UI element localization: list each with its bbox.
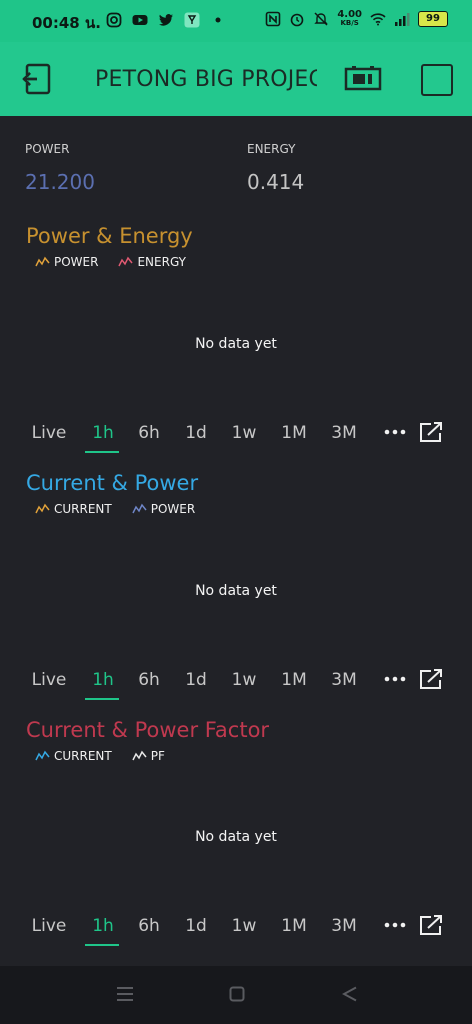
more-icon[interactable] [384,429,406,435]
nfc-icon [266,11,281,27]
status-time: 00:48 น. [32,14,101,32]
alarm-icon [291,13,304,27]
chart-legend: CURRENT POWER [35,502,195,516]
chart-title-current-power-factor: Current & Power Factor [26,718,270,742]
range-1w[interactable]: 1w [226,670,262,690]
instagram-icon [106,12,122,28]
range-1m[interactable]: 1M [276,423,312,443]
status-bar: 00:48 น. 4.00 KB/S 99 [0,0,472,42]
exit-icon[interactable] [21,62,53,96]
page-title: PETONG BIG PROJECT [95,67,317,92]
system-navigation-bar [0,966,472,1024]
chart-empty-message: No data yet [195,583,277,599]
app-bar: PETONG BIG PROJECT [0,42,472,116]
legend-item[interactable]: CURRENT [35,502,112,516]
signal-icon [395,13,410,26]
legend-item[interactable]: POWER [132,502,195,516]
power-value: 21.200 [25,170,95,194]
range-1m[interactable]: 1M [276,916,312,936]
active-range-underline [85,451,119,453]
active-range-underline [85,944,119,946]
range-1m[interactable]: 1M [276,670,312,690]
home-icon[interactable] [229,986,245,1002]
line-series-icon [132,503,147,514]
youtube-icon [132,15,148,25]
line-series-icon [132,750,147,761]
chart-empty-message: No data yet [195,336,277,352]
range-6h[interactable]: 6h [131,670,167,690]
power-value-label: POWER [25,142,70,156]
legend-label: POWER [54,255,99,269]
twitter-icon [159,14,173,26]
legend-item[interactable]: POWER [35,255,98,269]
legend-item[interactable]: CURRENT [35,749,112,763]
network-speed: 4.00 KB/S [337,9,362,28]
line-series-icon [35,256,50,267]
chart-legend: POWER ENERGY [35,255,186,269]
legend-label: ENERGY [137,255,186,269]
range-1h[interactable]: 1h [85,423,121,443]
range-live[interactable]: Live [31,423,67,443]
mute-icon [314,12,329,26]
range-1w[interactable]: 1w [226,423,262,443]
legend-label: CURRENT [54,749,112,763]
more-icon[interactable] [384,922,406,928]
line-series-icon [35,503,50,514]
app-notification-icon [184,12,200,28]
time-range-selector: Live 1h 6h 1d 1w 1M 3M [0,914,472,956]
expand-icon[interactable] [419,914,443,936]
chart-title-current-power: Current & Power [26,471,199,495]
range-3m[interactable]: 3M [326,916,362,936]
more-icon[interactable] [384,676,406,682]
range-live[interactable]: Live [31,670,67,690]
time-range-selector: Live 1h 6h 1d 1w 1M 3M [0,421,472,463]
range-1d[interactable]: 1d [178,670,214,690]
legend-label: PF [150,749,165,763]
chart-legend: CURRENT PF [35,749,165,763]
time-range-selector: Live 1h 6h 1d 1w 1M 3M [0,668,472,710]
line-series-icon [35,750,50,761]
battery-indicator: 99 [418,11,448,27]
device-icon[interactable] [344,66,382,92]
range-3m[interactable]: 3M [326,670,362,690]
range-6h[interactable]: 6h [131,423,167,443]
expand-icon[interactable] [419,668,443,690]
dot-icon [215,17,221,23]
expand-icon[interactable] [419,421,443,443]
range-1h[interactable]: 1h [85,670,121,690]
range-1h[interactable]: 1h [85,916,121,936]
legend-label: POWER [150,502,196,516]
range-3m[interactable]: 3M [326,423,362,443]
menu-icon[interactable] [116,986,134,1002]
range-1d[interactable]: 1d [178,916,214,936]
legend-item[interactable]: PF [132,749,165,763]
range-1d[interactable]: 1d [178,423,214,443]
line-series-icon [118,256,134,267]
legend-label: CURRENT [54,502,112,516]
legend-item[interactable]: ENERGY [118,255,186,269]
energy-value: 0.414 [247,170,305,194]
square-icon[interactable] [421,64,453,96]
back-icon[interactable] [342,986,358,1002]
active-range-underline [85,698,119,700]
chart-title-power-energy: Power & Energy [26,224,193,248]
range-live[interactable]: Live [31,916,67,936]
wifi-icon [370,13,386,26]
chart-empty-message: No data yet [195,829,277,845]
range-6h[interactable]: 6h [131,916,167,936]
energy-value-label: ENERGY [247,142,296,156]
range-1w[interactable]: 1w [226,916,262,936]
